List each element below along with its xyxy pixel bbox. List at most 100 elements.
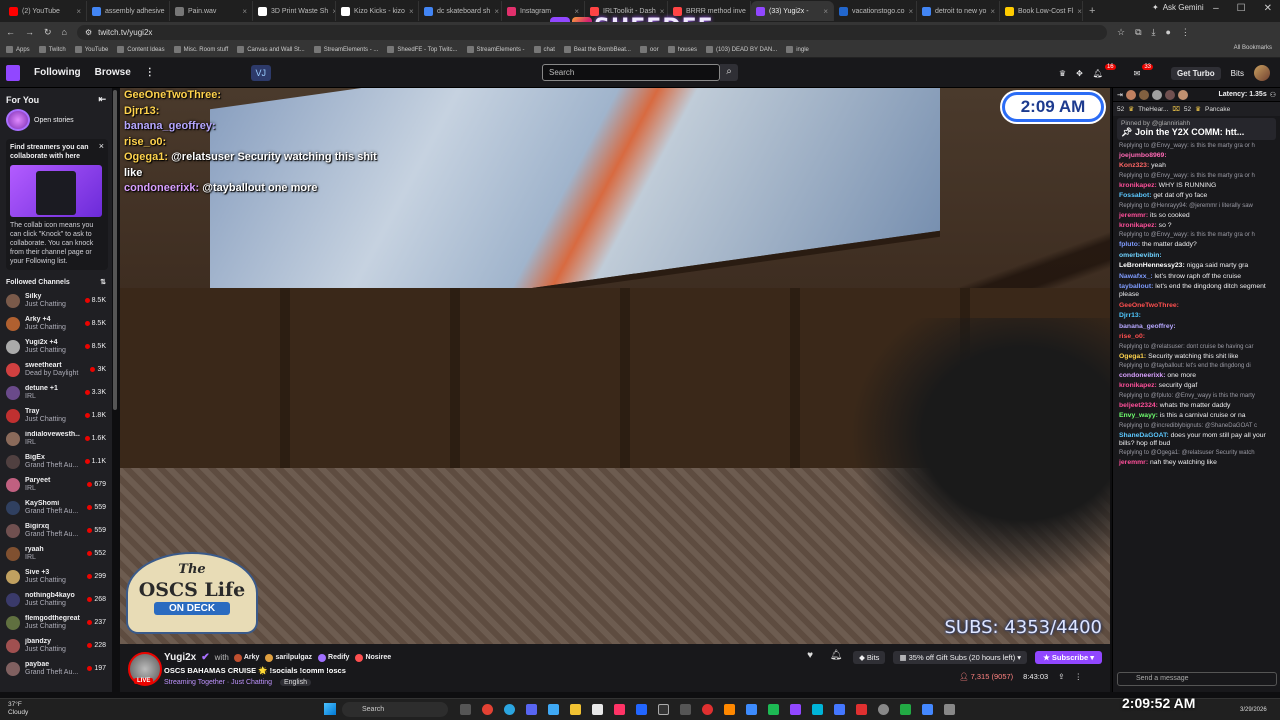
chrome-icon[interactable] [482,704,493,715]
chat-username[interactable]: ShaneDaGOAT: [1119,432,1169,439]
app-icon[interactable] [636,704,647,715]
forward-icon[interactable]: → [25,27,34,37]
app-icon[interactable] [900,704,911,715]
bookmark-item[interactable]: Misc. Room stuff [173,46,228,53]
collaborator[interactable]: sarilpulgaz [265,653,312,662]
chat-username[interactable]: joejumbo8969: [1119,152,1167,159]
app-icon[interactable] [746,704,757,715]
chat-message[interactable]: tayballout: let's end the dingdong ditch… [1113,282,1280,301]
more-options-icon[interactable]: ⋮ [1075,672,1083,681]
task-view-icon[interactable] [460,704,471,715]
chat-message[interactable]: kronikapez: WHY IS RUNNING [1113,181,1280,191]
bookmark-item[interactable]: houses [667,46,697,53]
copilot-icon[interactable] [548,704,559,715]
bookmark-item[interactable]: oor [639,46,659,53]
obs-icon[interactable] [658,704,669,715]
bookmark-item[interactable]: chat [533,46,555,53]
chat-username[interactable]: omerbevibin: [1119,252,1162,259]
chat-username[interactable]: kronikapez: [1119,382,1157,389]
notifications-icon[interactable]: 🔔︎ [1093,69,1103,78]
app-icon[interactable] [790,704,801,715]
bookmark-item[interactable]: Twitch [38,46,66,53]
extensions-icon[interactable]: ⧉ [1135,27,1141,38]
sidebar-channel[interactable]: flemgodthegreat Just Chatting 237 [0,611,112,634]
new-tab-button[interactable]: + [1089,5,1095,17]
url-field[interactable]: ⚙ twitch.tv/yugi2x [76,24,1107,40]
chat-message[interactable]: joejumbo8969: [1113,151,1280,161]
chat-message[interactable]: Fossabot: get dat off yo face [1113,191,1280,201]
close-window-icon[interactable]: ✕ [1264,3,1272,14]
sidebar-channel[interactable]: Paryeet IRL 679 [0,473,112,496]
bookmark-item[interactable]: StreamElements - ... [313,46,378,53]
close-tab-icon[interactable]: × [990,7,995,16]
collaborator[interactable]: Nosiree [355,653,391,662]
bookmark-item[interactable]: Canvas and Wall St... [237,46,305,53]
close-tab-icon[interactable]: × [909,7,914,16]
vj-extension-icon[interactable]: VJ [250,64,271,81]
chat-username[interactable]: banana_geoffrey: [1119,323,1176,330]
stream-category[interactable]: Streaming Together · Just Chatting [164,679,272,686]
sidebar-channel[interactable]: Bigirxq Grand Theft Au... 559 [0,519,112,542]
close-tab-icon[interactable]: × [242,7,247,16]
chat-username[interactable]: tayballout: [1119,283,1153,290]
back-icon[interactable]: ← [6,27,15,37]
chat-username[interactable]: fpluto: [1119,241,1140,248]
menu-icon[interactable]: ⋮ [1181,27,1190,38]
all-bookmarks-button[interactable]: All Bookmarks [1234,45,1272,51]
chat-username[interactable]: jeremmr: [1119,459,1148,466]
subscribe-button[interactable]: ★ Subscribe ▾ [1035,650,1102,664]
collapse-sidebar-icon[interactable]: ⇤ [98,94,106,105]
chat-message[interactable]: rise_o0: [1113,332,1280,342]
settings-icon[interactable] [878,704,889,715]
chat-message[interactable]: Konz323: yeah [1113,161,1280,171]
chat-message[interactable]: banana_geoffrey: [1113,322,1280,332]
profile-icon[interactable]: ● [1165,27,1170,37]
close-tab-icon[interactable]: × [76,7,81,16]
sidebar-channel[interactable]: Sive +3 Just Chatting 299 [0,565,112,588]
chat-username[interactable]: rise_o0: [1119,333,1145,340]
heart-follow-icon[interactable]: ♥ [801,650,819,664]
video-player[interactable]: GeeOneTwoThree: Djrr13: banana_geoffrey:… [120,88,1110,644]
chat-message[interactable]: ShaneDaGOAT: does your mom still pay all… [1113,431,1280,450]
collaborator[interactable]: Redify [318,653,349,662]
bookmark-item[interactable]: Beat the BombBeat... [563,46,631,53]
chat-message[interactable]: condoneerixk: one more [1113,371,1280,381]
chat-message[interactable]: jeremmr: nah they watching like [1113,458,1280,468]
close-tab-icon[interactable]: × [494,7,499,16]
minimize-icon[interactable]: – [1213,3,1219,14]
sidebar-scrollbar[interactable] [113,90,117,410]
reload-icon[interactable]: ↻ [44,27,52,38]
browser-tab[interactable]: (2) YouTube × [4,1,87,21]
chat-username[interactable]: Fossabot: [1119,192,1151,199]
bookmark-item[interactable]: ingle [786,46,809,53]
collaborator[interactable]: Arky [233,653,259,662]
app-icon[interactable] [768,704,779,715]
sidebar-channel[interactable]: jbandzy Just Chatting 228 [0,634,112,657]
site-info-icon[interactable]: ⚙ [85,28,92,37]
download-icon[interactable]: ⤓ [1152,27,1156,38]
bookmark-star-icon[interactable]: ☆ [1117,27,1125,38]
user-avatar[interactable] [1254,65,1270,81]
chat-username[interactable]: jeremmr: [1119,212,1148,219]
edge-icon[interactable] [504,704,515,715]
gift-sub-button[interactable]: ▦ 35% off Gift Subs (20 hours left) ▾ [893,650,1028,664]
search-button[interactable]: ⌕ [720,64,738,81]
app-icon[interactable] [592,704,603,715]
more-menu-icon[interactable]: ⋮ [145,67,155,78]
browser-tab[interactable]: assembly adhesive× [87,1,170,21]
gamepad-icon[interactable]: ✥ [1076,69,1083,78]
chat-username[interactable]: kronikapez: [1119,222,1157,229]
chat-username[interactable]: beljeet2324: [1119,402,1158,409]
sidebar-channel[interactable]: BigEx Grand Theft Au... 1.1K [0,450,112,473]
bits-action-button[interactable]: ◆ Bits [853,650,886,664]
taskbar-search[interactable]: Search [342,702,448,717]
get-turbo-button[interactable]: Get Turbo [1171,66,1221,80]
sidebar-channel[interactable]: KayShomi Grand Theft Au... 559 [0,496,112,519]
app-icon[interactable] [944,704,955,715]
close-card-icon[interactable]: × [99,141,104,151]
chat-username[interactable]: condoneerixk: [1119,372,1165,379]
sidebar-channel[interactable]: sweetheart Dead by Daylight 3K [0,358,112,381]
sidebar-channel[interactable]: paybae Grand Theft Au... 197 [0,657,112,680]
chat-username[interactable]: Konz323: [1119,162,1149,169]
start-button[interactable] [324,703,336,715]
